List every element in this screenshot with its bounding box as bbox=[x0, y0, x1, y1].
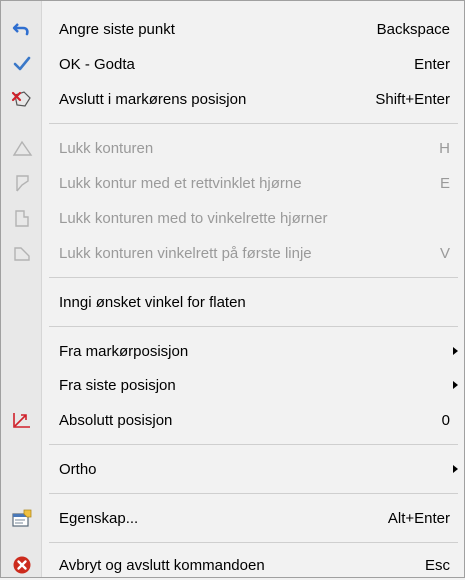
checkmark-icon bbox=[11, 54, 33, 74]
menu-item-shortcut: Enter bbox=[414, 55, 450, 73]
menu-separator bbox=[49, 493, 458, 494]
submenu-arrow-icon bbox=[453, 347, 458, 355]
menu-item-close-two-right-angles[interactable]: Lukk konturen med to vinkelrette hjørner bbox=[1, 203, 464, 233]
close-two-right-angles-icon bbox=[11, 208, 33, 228]
menu-item-label: Inngi ønsket vinkel for flaten bbox=[59, 293, 246, 311]
close-right-angle-icon bbox=[11, 173, 33, 193]
close-contour-icon bbox=[11, 138, 33, 158]
submenu-arrow-icon bbox=[453, 465, 458, 473]
menu-item-enter-angle[interactable]: Inngi ønsket vinkel for flaten bbox=[1, 287, 464, 317]
cancel-icon bbox=[11, 555, 33, 575]
menu-item-label: Ortho bbox=[59, 460, 97, 478]
menu-item-ok-accept[interactable]: OK - Godta Enter bbox=[1, 49, 464, 79]
menu-item-label: Lukk konturen med to vinkelrette hjørner bbox=[59, 209, 328, 227]
menu-item-undo-last-point[interactable]: Angre siste punkt Backspace bbox=[1, 14, 464, 44]
menu-item-label: Egenskap... bbox=[59, 509, 139, 527]
menu-item-absolute-position[interactable]: Absolutt posisjon 0 bbox=[1, 405, 464, 435]
properties-icon bbox=[11, 508, 33, 528]
menu-item-shortcut: Esc bbox=[424, 556, 450, 574]
menu-item-label: Angre siste punkt bbox=[59, 20, 175, 38]
menu-separator bbox=[49, 444, 458, 445]
menu-item-label: Fra markørposisjon bbox=[59, 342, 189, 360]
menu-item-cancel-command[interactable]: Avbryt og avslutt kommandoen Esc bbox=[1, 550, 464, 580]
menu-separator bbox=[49, 542, 458, 543]
menu-item-shortcut: Backspace bbox=[376, 20, 450, 38]
menu-item-shortcut: 0 bbox=[441, 411, 450, 429]
menu-separator bbox=[49, 326, 458, 327]
menu-item-label: Fra siste posisjon bbox=[59, 376, 176, 394]
menu-item-label: Lukk konturen vinkelrett på første linje bbox=[59, 244, 312, 262]
menu-item-shortcut: V bbox=[439, 244, 450, 262]
menu-separator bbox=[49, 277, 458, 278]
menu-item-label: OK - Godta bbox=[59, 55, 135, 73]
menu-item-close-contour[interactable]: Lukk konturen H bbox=[1, 133, 464, 163]
finish-at-cursor-icon bbox=[11, 89, 33, 109]
absolute-position-icon bbox=[11, 410, 33, 430]
menu-item-shortcut: Shift+Enter bbox=[375, 90, 450, 108]
menu-item-label: Avbryt og avslutt kommandoen bbox=[59, 556, 265, 574]
menu-item-label: Avslutt i markørens posisjon bbox=[59, 90, 247, 108]
undo-icon bbox=[11, 19, 33, 39]
menu-item-label: Lukk konturen bbox=[59, 139, 154, 157]
menu-item-shortcut: H bbox=[439, 139, 450, 157]
menu-item-close-right-angle[interactable]: Lukk kontur med et rettvinklet hjørne E bbox=[1, 168, 464, 198]
menu-item-finish-at-cursor[interactable]: Avslutt i markørens posisjon Shift+Enter bbox=[1, 84, 464, 114]
menu-item-from-last-position[interactable]: Fra siste posisjon bbox=[1, 370, 464, 400]
context-menu: Angre siste punkt Backspace OK - Godta E… bbox=[0, 0, 465, 578]
menu-item-shortcut: Alt+Enter bbox=[387, 509, 450, 527]
menu-item-shortcut: E bbox=[439, 174, 450, 192]
menu-item-properties[interactable]: Egenskap... Alt+Enter bbox=[1, 503, 464, 533]
submenu-arrow-icon bbox=[453, 381, 458, 389]
menu-item-from-cursor[interactable]: Fra markørposisjon bbox=[1, 336, 464, 366]
menu-item-label: Lukk kontur med et rettvinklet hjørne bbox=[59, 174, 302, 192]
menu-item-close-perpendicular[interactable]: Lukk konturen vinkelrett på første linje… bbox=[1, 238, 464, 268]
menu-separator bbox=[49, 123, 458, 124]
close-perpendicular-icon bbox=[11, 243, 33, 263]
menu-item-ortho[interactable]: Ortho bbox=[1, 454, 464, 484]
menu-item-label: Absolutt posisjon bbox=[59, 411, 173, 429]
